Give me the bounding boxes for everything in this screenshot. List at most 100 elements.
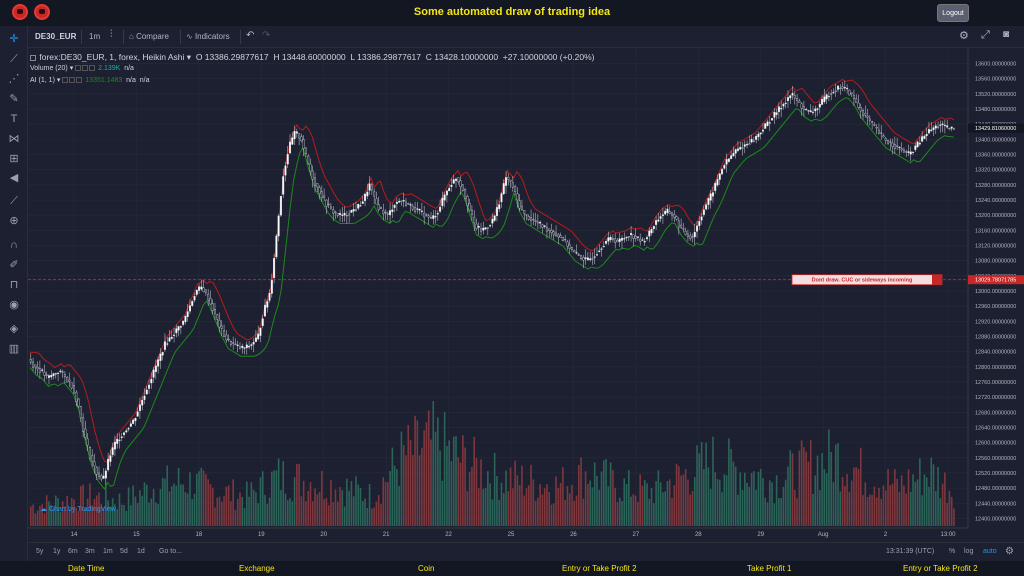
range-6m[interactable]: 6m: [68, 548, 78, 555]
range-1d[interactable]: 1d: [137, 548, 145, 555]
fullscreen-icon[interactable]: ⤢: [981, 29, 990, 42]
crosshair-icon[interactable]: ✛: [6, 32, 22, 46]
trendline-icon[interactable]: ⟋: [6, 52, 22, 66]
redo-icon[interactable]: ↷: [262, 30, 270, 41]
volume-bar: [230, 501, 232, 526]
fib-icon[interactable]: ⋰: [6, 72, 22, 86]
volume-bar: [518, 485, 521, 526]
camera-icon[interactable]: ◙: [1003, 29, 1009, 40]
undo-icon[interactable]: ↶: [246, 30, 254, 41]
candle-body: [505, 177, 508, 186]
pattern-icon[interactable]: ⋈: [6, 132, 22, 146]
candle-body: [905, 151, 908, 153]
text-icon[interactable]: T: [6, 112, 22, 126]
magnet-icon[interactable]: ∩: [6, 238, 22, 252]
candle-body: [591, 258, 594, 260]
dropdown-icon[interactable]: ▾: [187, 52, 191, 62]
volume-bar: [730, 449, 732, 526]
range-5d[interactable]: 5d: [120, 548, 128, 555]
range-1m[interactable]: 1m: [103, 548, 113, 555]
candle-body: [545, 227, 548, 232]
volume-legend[interactable]: Volume (20) ▾ 2.139K n/a: [30, 64, 594, 76]
candle-body: [432, 215, 435, 219]
layers-icon[interactable]: ◈: [6, 322, 22, 336]
price-tick-label: 12520.00000000: [975, 471, 1016, 477]
price-tick-label: 12560.00000000: [975, 456, 1016, 462]
settings-toggle-icon[interactable]: [82, 65, 89, 72]
symbol-selector[interactable]: DE30_EUR: [35, 32, 76, 41]
volume-bar: [884, 490, 887, 526]
measure-icon[interactable]: ⊞: [6, 152, 22, 166]
interval-selector[interactable]: 1m: [89, 32, 100, 41]
dropdown-icon[interactable]: ▾: [70, 65, 74, 72]
clock-display[interactable]: 13:31:39 (UTC): [886, 548, 934, 555]
ruler-icon[interactable]: ⟋: [6, 194, 22, 208]
price-axis[interactable]: 13600.00000000 13560.00000000 13520.000000…: [967, 48, 1024, 528]
volume-bar: [894, 469, 896, 526]
compare-button[interactable]: ⌂ Compare: [129, 32, 169, 41]
candle-body: [750, 139, 753, 143]
range-1y[interactable]: 1y: [53, 548, 60, 555]
volume-bar: [664, 491, 666, 526]
close-toggle-icon[interactable]: [89, 65, 96, 72]
back-arrow-icon[interactable]: ◀: [6, 171, 22, 185]
candle-body: [84, 428, 87, 438]
candle-body: [102, 475, 105, 479]
candle-body: [320, 191, 323, 199]
chart-style-icon[interactable]: ⫶: [110, 29, 113, 40]
close-toggle-icon[interactable]: [76, 77, 83, 84]
volume-bar: [125, 510, 128, 526]
range-3m[interactable]: 3m: [85, 548, 95, 555]
volume-bar: [409, 440, 412, 526]
zoom-icon[interactable]: ⊕: [6, 214, 22, 228]
indicators-button[interactable]: ∿ Indicators: [186, 32, 230, 41]
candle-body: [391, 209, 394, 212]
main-series-legend[interactable]: forex:DE30_EUR, 1, forex, Heikin Ashi ▾ …: [30, 52, 594, 64]
tradingview-logo[interactable]: ☁ Chart by TradingView: [40, 505, 116, 513]
volume-bar: [834, 444, 837, 526]
volume-bar: [509, 467, 512, 526]
logout-button[interactable]: Logout: [937, 4, 969, 22]
volume-bar: [800, 440, 803, 526]
candle-body: [370, 184, 373, 191]
candle-body: [655, 220, 658, 225]
volume-bar: [780, 498, 782, 526]
volume-bar: [500, 482, 503, 526]
volume-bar: [432, 401, 435, 526]
ai-legend[interactable]: AI (1, 1) ▾ 13351.1483 n/a n/a: [30, 76, 594, 88]
trash-icon[interactable]: ▥: [6, 342, 22, 356]
series-toggle-icon[interactable]: [30, 54, 36, 61]
range-5y[interactable]: 5y: [36, 548, 43, 555]
candle-body: [921, 136, 924, 142]
dropdown-icon[interactable]: ▾: [57, 77, 61, 84]
candle-body: [336, 213, 339, 216]
volume-bar: [271, 471, 273, 526]
candle-body: [225, 334, 228, 341]
auto-toggle[interactable]: auto: [983, 548, 997, 555]
candle-body: [666, 208, 669, 213]
brush-icon[interactable]: ✎: [6, 92, 22, 106]
candle-body: [439, 206, 442, 212]
eye-toggle-icon[interactable]: [62, 77, 69, 84]
gear-icon[interactable]: ⚙: [1005, 546, 1014, 557]
candle-body: [832, 91, 835, 94]
candle-body: [796, 97, 799, 101]
volume-bar: [412, 455, 414, 526]
candle-body: [896, 145, 899, 147]
goto-button[interactable]: Go to...: [159, 548, 182, 555]
settings-toggle-icon[interactable]: [69, 77, 76, 84]
lock-icon[interactable]: ⊓: [6, 278, 22, 292]
price-chart[interactable]: Dont draw. CUC or sideways incoming 1360…: [28, 48, 1024, 542]
eye-toggle-icon[interactable]: [75, 65, 82, 72]
candle-body: [650, 229, 653, 234]
logo-icon: [34, 4, 50, 20]
candle-body: [207, 293, 210, 301]
volume-bar: [630, 496, 632, 526]
gear-icon[interactable]: ⚙: [959, 29, 969, 42]
eye-icon[interactable]: ◉: [6, 298, 22, 312]
volume-bar: [825, 473, 828, 526]
log-toggle[interactable]: log: [964, 548, 973, 555]
percent-toggle[interactable]: %: [949, 548, 955, 555]
candle-body: [668, 211, 671, 214]
lock-drawing-icon[interactable]: ✐: [6, 258, 22, 272]
